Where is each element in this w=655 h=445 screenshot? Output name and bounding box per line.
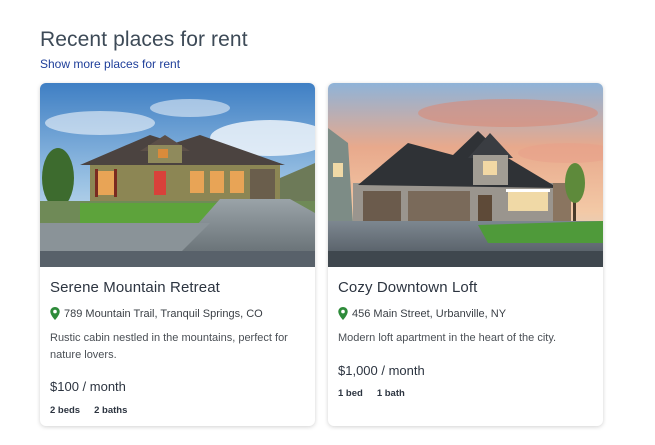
listing-location: 456 Main Street, Urbanville, NY xyxy=(338,307,506,320)
listing-baths: 2 baths xyxy=(94,405,128,416)
listing-description: Modern loft apartment in the heart of th… xyxy=(338,332,557,344)
listing-location: 789 Mountain Trail, Tranquil Springs, CO xyxy=(50,307,263,320)
listing-description: Rustic cabin nestled in the mountains, p… xyxy=(50,332,288,361)
listing-meta: 2 beds 2 baths xyxy=(50,405,127,416)
listing-location-text: 789 Mountain Trail, Tranquil Springs, CO xyxy=(64,307,263,320)
listing-price: $100 / month xyxy=(50,379,126,394)
listing-card[interactable]: Cozy Downtown Loft 456 Main Street, Urba… xyxy=(328,83,603,426)
section-title: Recent places for rent xyxy=(40,28,248,51)
map-pin-icon xyxy=(338,307,348,320)
listing-price: $1,000 / month xyxy=(338,363,425,378)
listing-beds: 1 bed xyxy=(338,388,363,399)
show-more-link[interactable]: Show more places for rent xyxy=(40,57,180,71)
listing-photo xyxy=(40,83,315,267)
listing-photo xyxy=(328,83,603,267)
listing-meta: 1 bed 1 bath xyxy=(338,388,405,399)
map-pin-icon xyxy=(50,307,60,320)
listing-title[interactable]: Cozy Downtown Loft xyxy=(338,279,477,296)
listing-card[interactable]: Serene Mountain Retreat 789 Mountain Tra… xyxy=(40,83,315,426)
listing-location-text: 456 Main Street, Urbanville, NY xyxy=(352,307,507,320)
listing-baths: 1 bath xyxy=(376,388,405,399)
listing-title[interactable]: Serene Mountain Retreat xyxy=(50,279,220,296)
listing-beds: 2 beds xyxy=(50,405,81,416)
